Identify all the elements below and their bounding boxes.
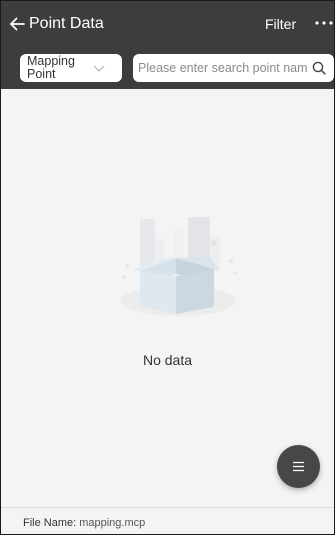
file-name-label: File Name:: [23, 517, 77, 529]
more-options-icon[interactable]: [314, 16, 334, 30]
empty-box-icon: [120, 217, 237, 316]
status-footer: File Name: mapping.mcp: [1, 507, 334, 534]
search-box: [133, 54, 334, 82]
file-name-row: File Name: mapping.mcp: [23, 517, 145, 529]
search-input[interactable]: [138, 54, 308, 82]
menu-icon: [293, 461, 304, 472]
filter-button[interactable]: Filter: [265, 15, 296, 33]
chevron-down-icon: [93, 65, 105, 72]
empty-state-message: No data: [142, 352, 193, 368]
top-bar: Point Data Filter: [1, 1, 334, 47]
app-header: Point Data Filter Mapping Point: [1, 1, 334, 89]
back-arrow-icon[interactable]: [8, 15, 26, 33]
point-type-value: Mapping Point: [27, 54, 75, 81]
file-name-value: mapping.mcp: [79, 517, 146, 529]
menu-fab-button[interactable]: [277, 445, 320, 488]
page-title: Point Data: [29, 15, 104, 32]
search-icon[interactable]: [311, 60, 327, 76]
point-data-screen: Point Data Filter Mapping Point Please e…: [0, 0, 335, 535]
point-type-dropdown[interactable]: Mapping Point: [20, 54, 122, 82]
